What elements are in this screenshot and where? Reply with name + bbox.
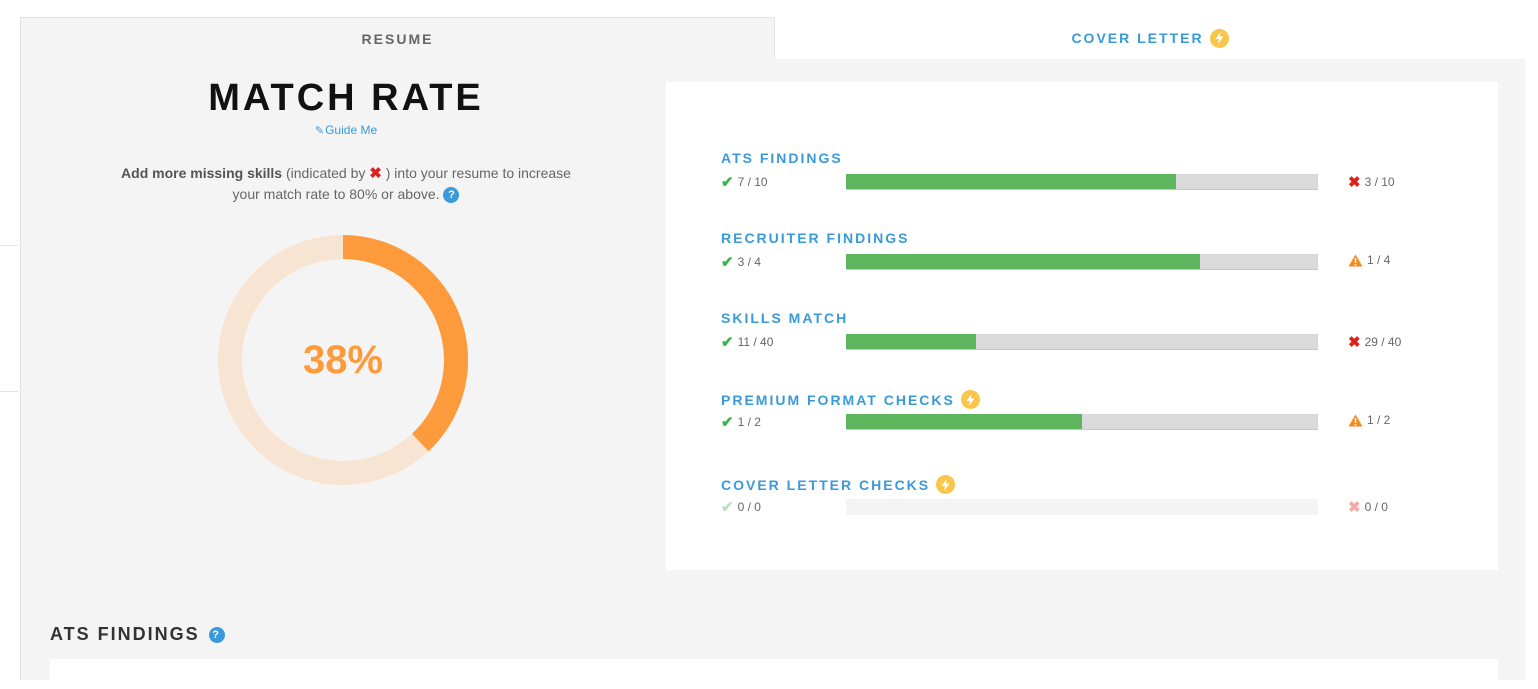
metric-pass-count: ✔ 0 / 0: [721, 498, 761, 516]
question-mark-icon[interactable]: ?: [208, 626, 225, 643]
lightning-bolt-icon: [936, 475, 956, 494]
left-edge-divider: [0, 245, 18, 246]
match-rate-hint: Add more missing skills (indicated by ✖ …: [121, 163, 571, 205]
metric-fail-value: 3 / 10: [1364, 175, 1395, 189]
metric-title[interactable]: COVER LETTER CHECKS: [721, 475, 956, 494]
metric-progress-fill: [846, 174, 1177, 189]
metric-title-label: SKILLS MATCH: [721, 310, 849, 326]
guide-me-label: Guide Me: [325, 123, 378, 137]
metric-progress-bar: [846, 334, 1318, 350]
lightning-bolt-icon: [960, 390, 980, 409]
metric-pass-count: ✔ 11 / 40: [721, 333, 773, 351]
metric-progress-fill: [846, 414, 1082, 429]
hint-bold-text: Add more missing skills: [121, 165, 283, 181]
metric-fail-value: 1 / 2: [1367, 413, 1391, 427]
metric-title-label: PREMIUM FORMAT CHECKS: [721, 391, 955, 408]
metric-row[interactable]: RECRUITER FINDINGS ✔ 3 / 4 1 / 4: [721, 230, 1441, 274]
x-icon: ✖: [1348, 334, 1361, 351]
metric-progress-fill: [846, 254, 1200, 269]
metric-row[interactable]: SKILLS MATCH ✔ 11 / 40 ✖ 29 / 40: [721, 310, 1441, 354]
metric-progress-bar: [846, 174, 1318, 190]
metric-fail-value: 29 / 40: [1364, 335, 1402, 349]
x-icon: ✖: [369, 165, 382, 182]
x-icon: ✖: [1348, 499, 1361, 516]
checkmark-icon: ✔: [721, 334, 734, 351]
lightning-bolt-icon: [1209, 28, 1229, 48]
tab-cover-letter[interactable]: COVER LETTER: [775, 17, 1525, 60]
ats-findings-content: [50, 659, 1498, 689]
match-rate-title: MATCH RATE: [208, 77, 484, 119]
left-edge-divider: [0, 391, 18, 392]
metric-pass-value: 7 / 10: [737, 175, 768, 189]
x-icon: ✖: [1348, 174, 1361, 191]
resume-panel: MATCH RATE ✎Guide Me Add more missing sk…: [20, 59, 1525, 689]
checkmark-icon: ✔: [721, 174, 734, 191]
guide-me-link[interactable]: ✎Guide Me: [161, 123, 531, 137]
checkmark-icon: ✔: [721, 414, 734, 431]
question-mark-icon[interactable]: ?: [443, 187, 460, 204]
hint-mid-text: (indicated by: [282, 165, 370, 181]
section-title-ats-findings: ATS FINDINGS ?: [50, 624, 225, 645]
warning-icon: [1348, 414, 1363, 426]
metric-row[interactable]: PREMIUM FORMAT CHECKS ✔ 1 / 21 / 2: [721, 390, 1441, 434]
metric-progress-fill: [846, 334, 976, 349]
tab-resume-label: RESUME: [361, 31, 434, 47]
metric-progress-bar: [846, 254, 1318, 270]
metric-row[interactable]: COVER LETTER CHECKS ✔ 0 / 0 ✖ 0 / 0: [721, 475, 1441, 519]
match-rate-value: 38%: [302, 337, 384, 382]
findings-summary-card: ATS FINDINGS ✔ 7 / 10 ✖ 3 / 10 RECRUITER FIND…: [666, 82, 1498, 570]
metric-progress-bar: [846, 414, 1318, 430]
metric-pass-value: 11 / 40: [737, 335, 774, 349]
metric-title-label: ATS FINDINGS: [721, 150, 843, 166]
metric-title-label: COVER LETTER CHECKS: [721, 476, 931, 493]
metric-pass-count: ✔ 1 / 2: [721, 413, 761, 431]
checkmark-icon: ✔: [721, 254, 734, 271]
magic-wand-icon: ✎: [314, 125, 325, 137]
warning-icon: [1348, 254, 1363, 266]
metric-fail-value: 1 / 4: [1367, 253, 1391, 267]
metric-fail-value: 0 / 0: [1364, 500, 1388, 514]
metric-fail-count: ✖ 29 / 40: [1348, 333, 1401, 351]
metric-pass-count: ✔ 7 / 10: [721, 173, 768, 191]
metric-pass-value: 0 / 0: [737, 500, 761, 514]
metric-pass-value: 1 / 2: [737, 415, 761, 429]
metric-pass-value: 3 / 4: [737, 255, 761, 269]
metric-progress-bar: [846, 499, 1318, 515]
tab-cover-letter-label: COVER LETTER: [1071, 30, 1204, 46]
metric-title[interactable]: ATS FINDINGS: [721, 150, 843, 166]
metric-row[interactable]: ATS FINDINGS ✔ 7 / 10 ✖ 3 / 10: [721, 150, 1441, 194]
metric-fail-count: ✖ 3 / 10: [1348, 173, 1395, 191]
metric-title-label: RECRUITER FINDINGS: [721, 230, 910, 246]
checkmark-icon: ✔: [721, 499, 734, 516]
metric-pass-count: ✔ 3 / 4: [721, 253, 761, 271]
metric-title[interactable]: PREMIUM FORMAT CHECKS: [721, 390, 980, 409]
report-tabs: RESUME COVER LETTER: [20, 17, 1525, 60]
metric-fail-count: ✖ 0 / 0: [1348, 498, 1388, 516]
metric-fail-count: 1 / 4: [1348, 253, 1390, 267]
tab-resume[interactable]: RESUME: [20, 17, 775, 60]
metric-title[interactable]: RECRUITER FINDINGS: [721, 230, 909, 246]
section-title-label: ATS FINDINGS: [50, 624, 200, 644]
metric-title[interactable]: SKILLS MATCH: [721, 310, 848, 326]
metric-fail-count: 1 / 2: [1348, 413, 1390, 427]
